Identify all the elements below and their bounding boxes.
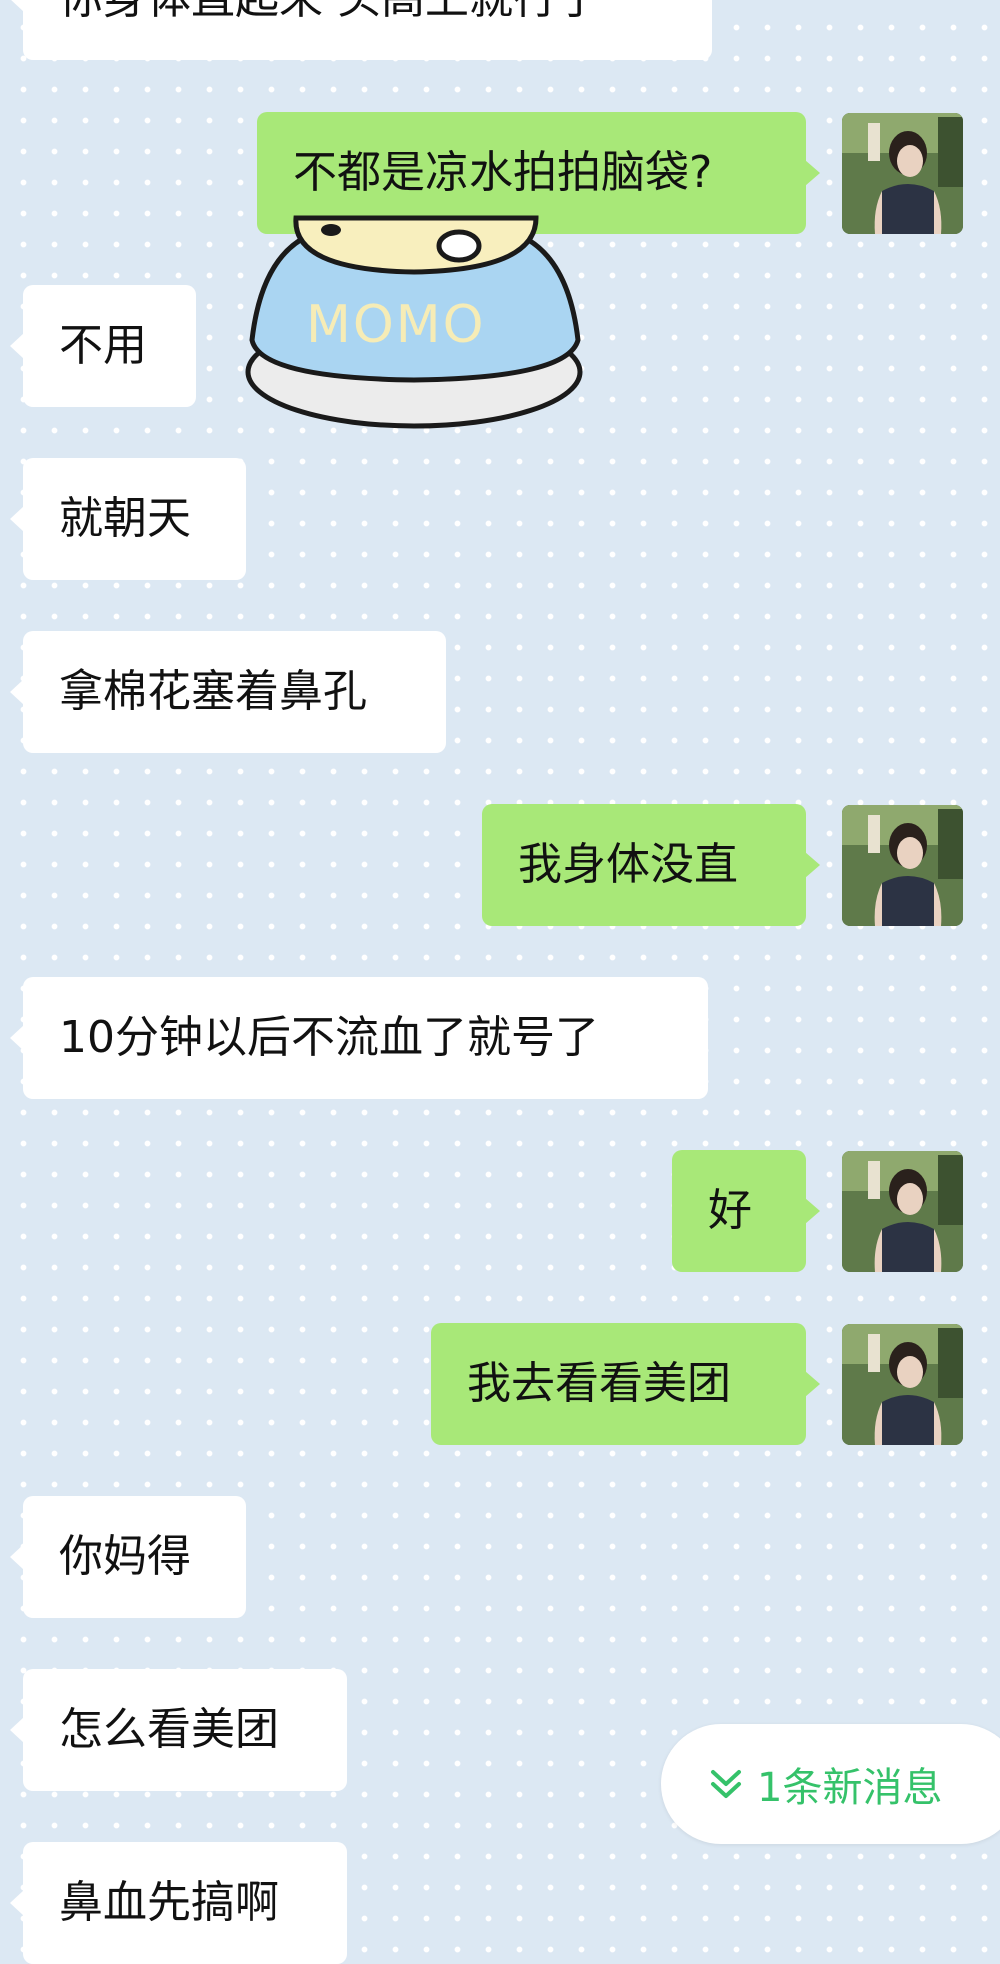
message-bubble-incoming[interactable]: 你妈得 — [10, 1496, 246, 1618]
avatar[interactable] — [842, 805, 963, 926]
message-bubble-incoming[interactable]: 鼻血先搞啊 — [10, 1842, 347, 1964]
message-text: 怎么看美团 — [59, 1704, 279, 1755]
message-bubble-outgoing[interactable]: 我去看看美团 — [431, 1323, 820, 1445]
avatar-photo-icon — [842, 113, 963, 234]
message-text: 我去看看美团 — [467, 1358, 731, 1409]
momo-sticker[interactable]: MOMO — [236, 200, 592, 436]
avatar-photo-icon — [842, 1324, 963, 1445]
avatar[interactable] — [842, 113, 963, 234]
message-bubble-outgoing[interactable]: 好 — [672, 1150, 820, 1272]
double-chevron-down-icon — [709, 1767, 743, 1801]
new-messages-label: 1条新消息 — [757, 1765, 943, 1811]
avatar[interactable] — [842, 1151, 963, 1272]
message-bubble-incoming[interactable]: 拿棉花塞着鼻孔 — [10, 631, 446, 753]
message-bubble-outgoing[interactable]: 我身体没直 — [482, 804, 820, 926]
message-text: 不都是凉水拍拍脑袋? — [293, 147, 713, 198]
avatar[interactable] — [842, 1324, 963, 1445]
message-text: 不用 — [59, 320, 147, 371]
sticker-label: MOMO — [306, 295, 486, 355]
message-bubble-incoming[interactable]: 你身体直起来 头高上就行了 — [10, 0, 712, 60]
message-text: 拿棉花塞着鼻孔 — [59, 666, 367, 717]
message-text: 你妈得 — [59, 1531, 191, 1582]
message-text: 就朝天 — [59, 493, 191, 544]
message-bubble-incoming[interactable]: 不用 — [10, 285, 196, 407]
message-text: 你身体直起来 头高上就行了 — [59, 0, 601, 24]
message-bubble-incoming[interactable]: 怎么看美团 — [10, 1669, 347, 1791]
avatar-photo-icon — [842, 1151, 963, 1272]
message-text: 10分钟以后不流血了就号了 — [59, 1012, 599, 1063]
message-text: 我身体没直 — [518, 839, 738, 890]
avatar-photo-icon — [842, 805, 963, 926]
chat-message-list[interactable]: 你身体直起来 头高上就行了 不都是凉水拍拍脑袋? MOMO 不用 — [0, 0, 1000, 1964]
message-bubble-incoming[interactable]: 就朝天 — [10, 458, 246, 580]
message-bubble-incoming[interactable]: 10分钟以后不流血了就号了 — [10, 977, 708, 1099]
message-text: 好 — [708, 1185, 752, 1236]
message-text: 鼻血先搞啊 — [59, 1877, 279, 1928]
new-messages-button[interactable]: 1条新消息 — [661, 1724, 1000, 1844]
